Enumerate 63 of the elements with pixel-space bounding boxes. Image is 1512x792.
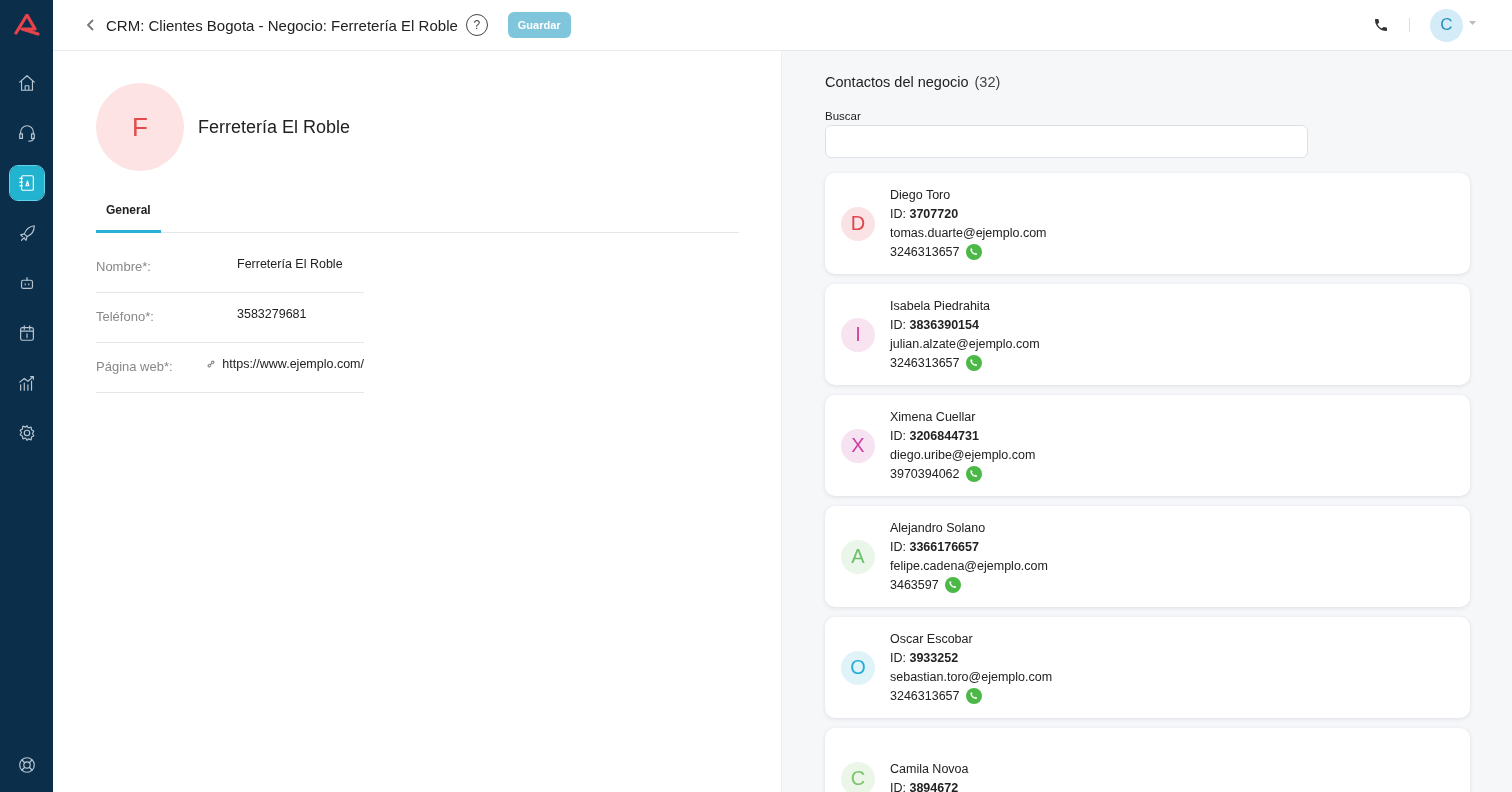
- contact-avatar: O: [841, 650, 875, 685]
- home-icon: [16, 73, 37, 93]
- contact-card[interactable]: X Ximena Cuellar ID: 3206844731 diego.uribe@ejemplo.com 3970394062: [825, 395, 1470, 496]
- field-value: Ferretería El Roble: [237, 257, 343, 271]
- logo[interactable]: [13, 14, 40, 36]
- contact-email: felipe.cadena@ejemplo.com: [890, 557, 1048, 575]
- contact-name: Camila Novoa: [890, 760, 969, 778]
- contact-avatar: X: [841, 428, 875, 463]
- contact-id: ID: 3206844731: [890, 427, 980, 445]
- contact-card[interactable]: D Diego Toro ID: 3707720 tomas.duarte@ejemplo.com 3246313657: [825, 173, 1470, 274]
- contact-avatar: D: [841, 206, 875, 241]
- contact-email: sebastian.toro@ejemplo.com: [890, 668, 1053, 686]
- contact-name: Ximena Cuellar: [890, 408, 977, 426]
- page-title: CRM: Clientes Bogota - Negocio: Ferretería El Roble: [106, 16, 458, 34]
- contact-card[interactable]: O Oscar Escobar ID: 3933252 sebastian.toro@ejemplo.com 3246313657: [825, 617, 1470, 718]
- search-field[interactable]: [825, 125, 1308, 158]
- panel-title: Contactos del negocio: [825, 74, 969, 90]
- business-name: Ferretería El Roble: [198, 116, 351, 138]
- search-label: Buscar: [825, 110, 862, 122]
- call-button[interactable]: [965, 355, 982, 371]
- contact-phone: 3246313657: [890, 354, 960, 372]
- contact-phone: 3246313657: [890, 243, 960, 261]
- back-icon[interactable]: [86, 18, 96, 32]
- contact-avatar: C: [841, 761, 875, 792]
- tab[interactable]: General: [96, 193, 161, 233]
- call-button[interactable]: [965, 466, 982, 482]
- contact-id: ID: 3707720: [890, 205, 960, 223]
- contact-email: julian.alzate@ejemplo.com: [890, 335, 1040, 353]
- headset-icon: [16, 123, 37, 143]
- contact-card[interactable]: I Isabela Piedrahita ID: 3836390154 julian.alzate@ejemplo.com 3246313657: [825, 284, 1470, 385]
- contact-phone: 3463597: [890, 576, 939, 594]
- phone-icon[interactable]: [1373, 17, 1389, 33]
- contact-count: (32): [974, 74, 1001, 90]
- notebook-icon: [16, 173, 37, 193]
- business-avatar: F: [96, 83, 184, 171]
- website-link[interactable]: https://www.ejemplo.com/: [222, 357, 364, 371]
- field-label: Teléfono*:: [96, 308, 155, 324]
- call-button[interactable]: [965, 688, 982, 704]
- contact-id: ID: 3836390154: [890, 316, 980, 334]
- bar-chart-icon: [16, 373, 37, 393]
- contact-id: ID: 3933252: [890, 649, 960, 667]
- lifebuoy-icon: [16, 755, 37, 775]
- contact-name: Isabela Piedrahita: [890, 297, 992, 315]
- contact-id: ID: 3894672: [890, 779, 960, 792]
- field-label: Nombre*:: [96, 258, 152, 274]
- call-button[interactable]: [965, 244, 982, 260]
- field-value: 3583279681: [237, 307, 307, 321]
- contact-name: Diego Toro: [890, 186, 952, 204]
- contact-name: Alejandro Solano: [890, 519, 987, 537]
- contact-phone: 3970394062: [890, 465, 960, 483]
- contact-phone: 3246313657: [890, 687, 960, 705]
- field-label: Página web*:: [96, 358, 174, 374]
- call-button[interactable]: [944, 577, 961, 593]
- contact-name: Oscar Escobar: [890, 630, 974, 648]
- contact-email: diego.uribe@ejemplo.com: [890, 446, 1036, 464]
- contact-card[interactable]: A Alejandro Solano ID: 3366176657 felipe.cadena@ejemplo.com 3463597: [825, 506, 1470, 607]
- contact-id: ID: 3366176657: [890, 538, 980, 556]
- contact-card[interactable]: C Camila Novoa ID: 3894672: [825, 728, 1470, 792]
- contact-email: tomas.duarte@ejemplo.com: [890, 224, 1047, 242]
- link-icon: [206, 359, 217, 369]
- contact-avatar: A: [841, 539, 875, 574]
- sidebar-item[interactable]: [9, 166, 44, 200]
- contact-avatar: I: [841, 317, 875, 352]
